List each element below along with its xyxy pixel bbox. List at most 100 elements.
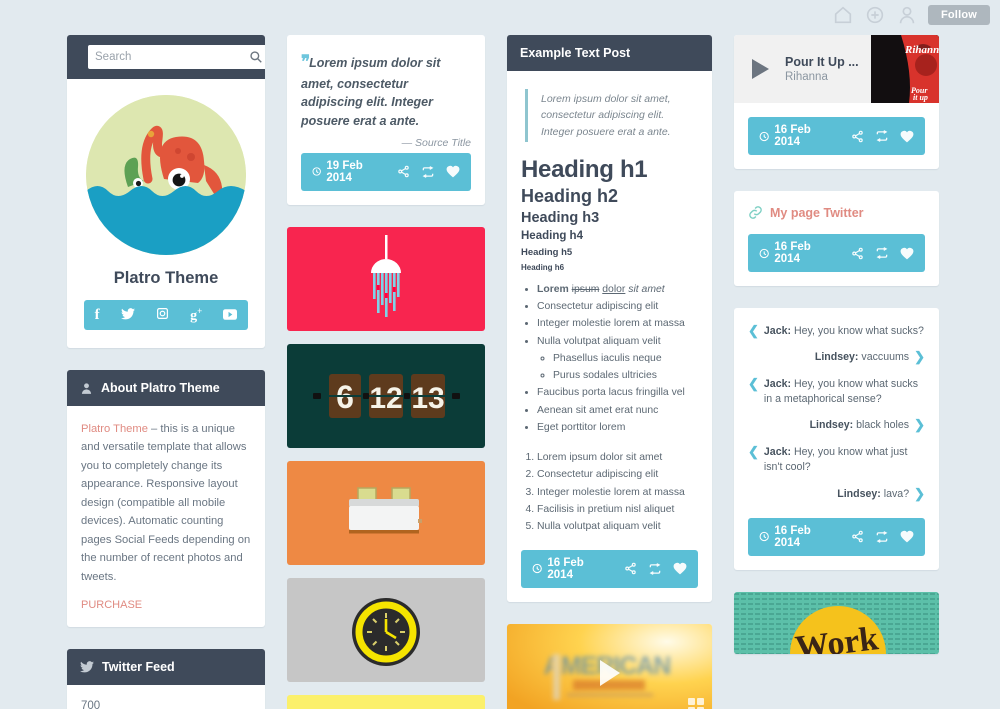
share-icon[interactable]: [397, 165, 410, 178]
track-title: Pour It Up ...: [785, 55, 859, 69]
reblog-icon[interactable]: [875, 247, 889, 259]
link-icon: [749, 206, 762, 219]
share-icon[interactable]: [851, 130, 864, 143]
search-input[interactable]: [95, 51, 249, 63]
about-card-body: Platro Theme – this is a unique and vers…: [67, 406, 265, 627]
heading-h3: Heading h3: [521, 209, 600, 226]
chat-speaker: Lindsey:: [814, 351, 859, 364]
link-row: My page Twitter: [748, 205, 925, 220]
photo-jellyfish-lamp[interactable]: [287, 226, 485, 331]
media-column: Pour It Up ... Rihanna Rihanna Pour it u…: [734, 35, 939, 709]
grid-icon[interactable]: [688, 697, 704, 709]
chat-post-body: ❮ Jack: Hey, you know what sucks? Lindse…: [734, 308, 939, 570]
avatar: [86, 95, 246, 255]
post-date: 16 Feb 2014: [759, 241, 836, 265]
toaster-illustration: [349, 487, 422, 534]
chat-speaker: Jack:: [763, 325, 792, 337]
jellyfish-lamp-illustration: [371, 234, 401, 317]
quote-post: ❞Lorem ipsum dolor sit amet, consectetur…: [287, 35, 485, 205]
list-item: Lorem ipsum dolor sit amet: [537, 449, 698, 466]
heart-icon[interactable]: [673, 562, 687, 575]
album-art-image: Rihanna Pour it up: [871, 35, 939, 103]
list-item: Purus sodales ultricies: [553, 367, 698, 384]
twitter-feed-title: Twitter Feed: [102, 660, 175, 675]
svg-text:it up: it up: [913, 93, 928, 102]
post-date-text: 19 Feb 2014: [326, 159, 363, 184]
album-art: Rihanna Pour it up: [871, 35, 939, 103]
facebook-icon[interactable]: f: [95, 307, 100, 324]
twitter-count: 700: [81, 700, 101, 709]
reblog-icon[interactable]: [875, 531, 889, 543]
numbered-list: Lorem ipsum dolor sit amet Consectetur a…: [537, 449, 698, 535]
play-icon[interactable]: [752, 59, 769, 79]
heading-h6: Heading h6: [521, 262, 565, 272]
about-card: About Platro Theme Platro Theme – this i…: [67, 370, 265, 628]
social-links: f g+: [84, 300, 248, 330]
twitter-icon[interactable]: [120, 307, 135, 323]
clock-icon: [759, 131, 769, 141]
link-post: My page Twitter 16 Feb 2014: [734, 191, 939, 286]
list-item: Integer molestie lorem at massa: [537, 484, 698, 501]
heart-icon[interactable]: [900, 247, 914, 260]
purchase-link[interactable]: PURCHASE: [81, 599, 142, 611]
chevron-left-icon: ❮: [748, 443, 759, 459]
link-post-title[interactable]: My page Twitter: [770, 206, 864, 220]
search-icon[interactable]: [249, 50, 263, 64]
heading-h4: Heading h4: [521, 229, 583, 242]
photo-yellow-clock[interactable]: [287, 577, 485, 682]
share-icon[interactable]: [624, 562, 637, 575]
play-icon[interactable]: [599, 659, 620, 686]
plus-circle-icon[interactable]: [864, 4, 886, 26]
user-icon[interactable]: [896, 4, 918, 26]
text-post-title: Example Text Post: [520, 46, 631, 60]
reblog-icon[interactable]: [421, 165, 435, 178]
about-card-header: About Platro Theme: [67, 370, 265, 406]
quote-text-wrap: ❞Lorem ipsum dolor sit amet, consectetur…: [301, 49, 471, 131]
youtube-icon[interactable]: [223, 308, 238, 323]
search-input-wrap[interactable]: [88, 45, 265, 69]
about-body: – this is a unique and versatile templat…: [81, 423, 251, 583]
list-item: Consectetur adipiscing elit: [537, 466, 698, 483]
follow-button[interactable]: Follow: [927, 5, 990, 25]
post-date-text: 16 Feb 2014: [774, 524, 811, 549]
clock-icon: [312, 167, 321, 176]
quote-text: Lorem ipsum dolor sit amet, consectetur …: [301, 56, 441, 128]
reblog-icon[interactable]: [875, 130, 889, 142]
octopus-illustration: [86, 95, 246, 255]
post-meta-bar: 19 Feb 2014: [301, 152, 471, 191]
track-info: Pour It Up ... Rihanna: [785, 55, 871, 83]
heart-icon[interactable]: [446, 165, 460, 178]
list-item: Phasellus iaculis neque: [553, 350, 698, 367]
post-date: 16 Feb 2014: [759, 124, 836, 148]
share-icon[interactable]: [851, 530, 864, 543]
chat-text: lava?: [883, 487, 910, 500]
quote-source: — Source Title: [401, 136, 471, 149]
quote-mark-icon: ❞: [301, 52, 310, 71]
instagram-icon[interactable]: [156, 307, 169, 323]
track-artist: Rihanna: [785, 71, 828, 83]
heart-icon[interactable]: [900, 530, 914, 543]
reblog-icon[interactable]: [648, 562, 662, 575]
video-thumbnail-american[interactable]: AMERICAN: [507, 623, 712, 709]
audio-post: Pour It Up ... Rihanna Rihanna Pour it u…: [734, 35, 939, 169]
bullet-list: Lorem ipsum dolor sit amet Consectetur a…: [537, 281, 698, 436]
chevron-right-icon: ❯: [914, 349, 925, 365]
video-post: AMERICAN 16 Feb 2014: [507, 623, 712, 709]
chat-text: black holes: [856, 419, 910, 432]
home-icon[interactable]: [832, 4, 854, 26]
share-icon[interactable]: [851, 247, 864, 260]
photo-yellow-banner[interactable]: [287, 694, 485, 709]
list-item: Nulla volutpat aliquam velit: [537, 333, 698, 350]
heading-h1: Heading h1: [521, 155, 648, 183]
list-item: Eget porttitor lorem: [537, 419, 698, 436]
google-plus-icon[interactable]: g+: [190, 306, 202, 325]
photo-toaster[interactable]: [287, 460, 485, 565]
quote-post-body: ❞Lorem ipsum dolor sit amet, consectetur…: [287, 35, 485, 205]
heading-h5: Heading h5: [521, 246, 573, 258]
photo-flip-clock[interactable]: 6 12 13: [287, 343, 485, 448]
photo-work-poster[interactable]: Work: [734, 591, 939, 654]
heart-icon[interactable]: [900, 130, 914, 143]
text-post: Example Text Post Lorem ipsum dolor sit …: [507, 35, 712, 602]
search-bar: [67, 35, 265, 79]
chat-line: Lindsey: black holes ❯: [748, 418, 925, 433]
